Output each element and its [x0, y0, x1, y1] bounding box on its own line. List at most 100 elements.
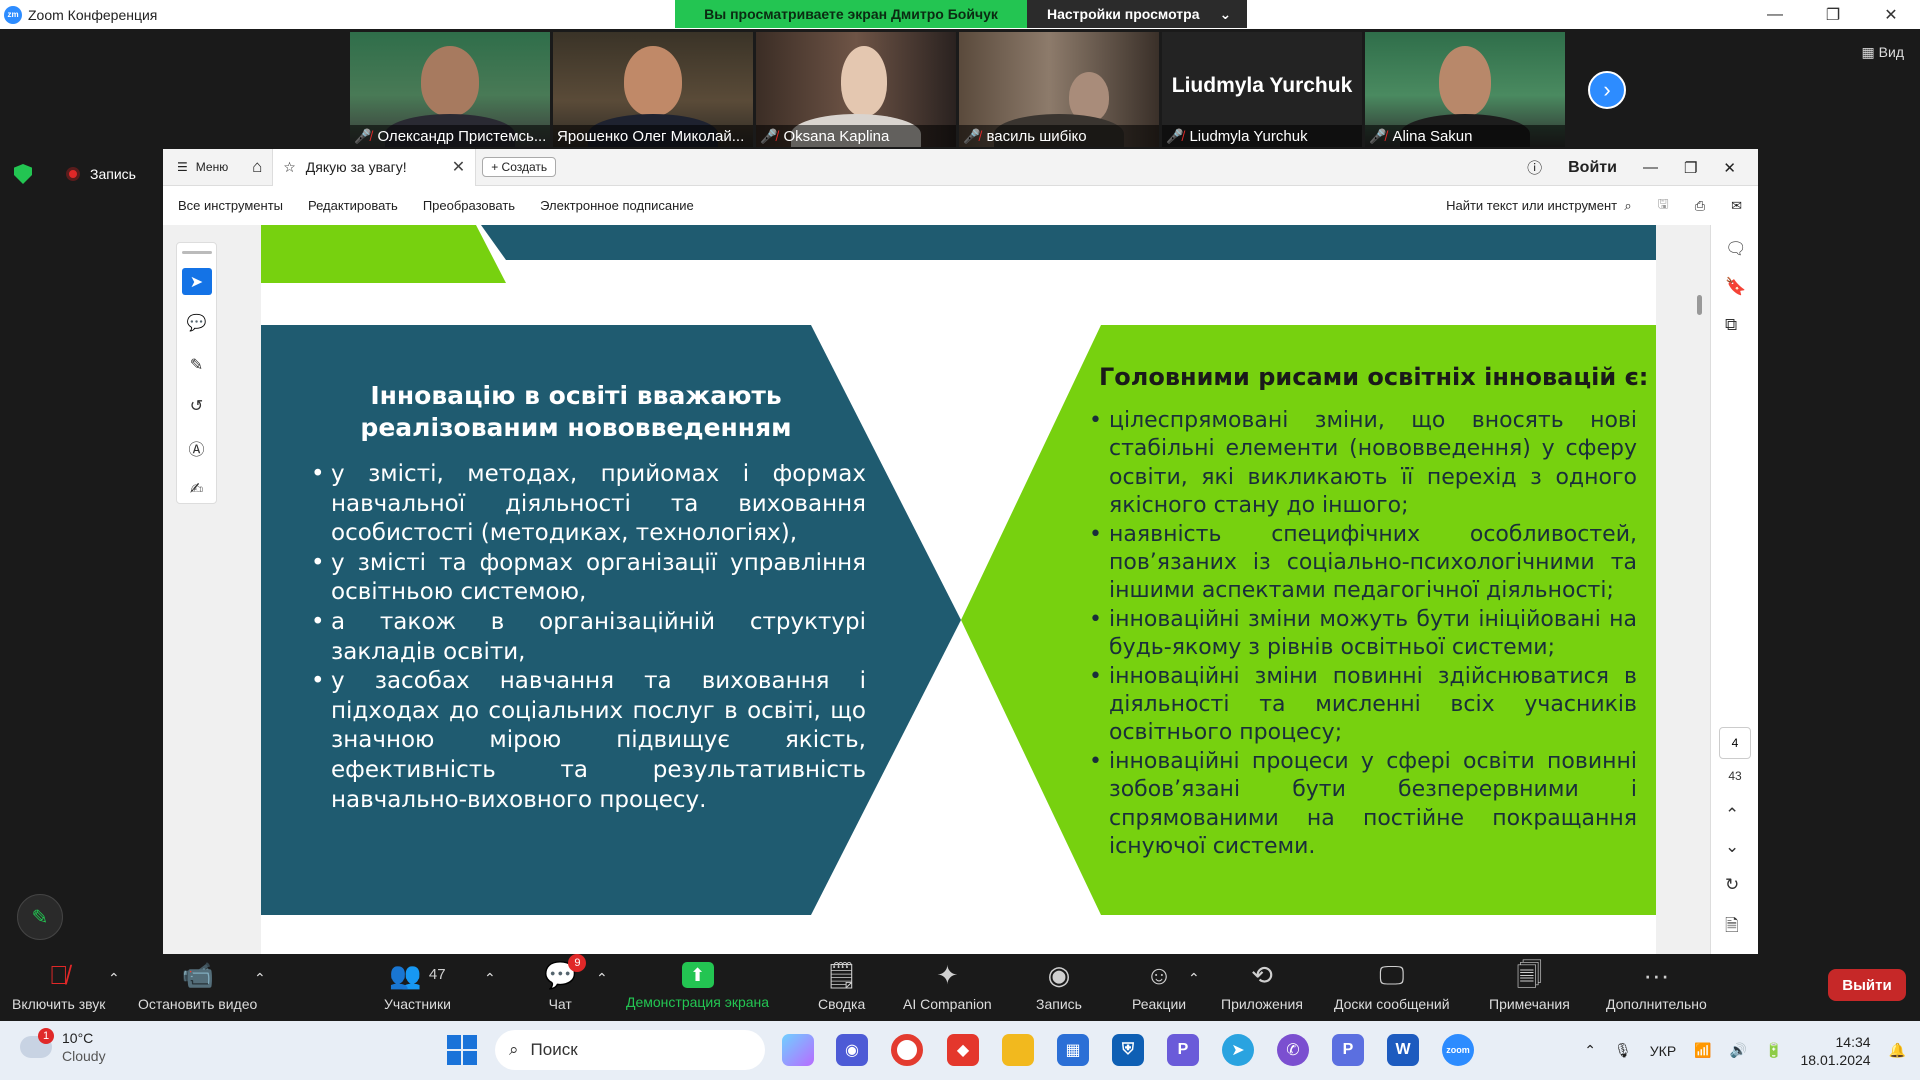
highlight-pen-icon[interactable]: ✎: [182, 351, 212, 379]
mic-muted-icon: 🎤̸: [1166, 127, 1184, 144]
zoom-app-icon[interactable]: zoom: [1442, 1034, 1474, 1066]
participants-options-caret[interactable]: ⌃: [484, 970, 496, 987]
document-viewer[interactable]: ➤ 💬 ✎ ↺ Ⓐ ✍ Інновацію в освіті вважають …: [163, 225, 1758, 954]
print-icon[interactable]: ⎙: [1695, 198, 1705, 214]
whiteboards-button[interactable]: 🖵 Доски сообщений: [1334, 960, 1450, 1012]
document-tab[interactable]: ☆ Дякую за увагу! ✕: [272, 148, 477, 186]
leave-meeting-button[interactable]: Выйти: [1828, 969, 1906, 1001]
add-comment-icon[interactable]: 💬: [182, 309, 212, 337]
apps-label: Приложения: [1221, 996, 1303, 1012]
chevron-down-icon[interactable]: ⌄: [1725, 837, 1739, 857]
help-icon[interactable]: ⓘ: [1527, 157, 1542, 178]
home-icon[interactable]: ⌂: [242, 157, 272, 177]
restore-button[interactable]: ❐: [1684, 159, 1697, 177]
create-button[interactable]: + Создать: [482, 157, 557, 177]
p-app-icon[interactable]: P: [1167, 1034, 1199, 1066]
language-indicator[interactable]: УКР: [1650, 1043, 1676, 1059]
security-app-icon[interactable]: ⛨: [1112, 1034, 1144, 1066]
chrome-icon[interactable]: [891, 1034, 923, 1066]
mic-muted-icon: 🎙̸: [48, 960, 69, 990]
telegram-icon[interactable]: ➤: [1222, 1034, 1254, 1066]
minimize-button[interactable]: —: [1643, 159, 1658, 176]
video-tile[interactable]: 🎤̸ Oksana Kaplina: [756, 32, 956, 147]
video-tile[interactable]: 🎤̸ Олександр Пристемсь...: [350, 32, 550, 147]
pages-icon[interactable]: ⧉: [1725, 315, 1737, 335]
annotate-pencil-button[interactable]: ✎: [17, 894, 63, 940]
minimize-button[interactable]: —: [1746, 0, 1804, 29]
video-tile-name-only[interactable]: Liudmyla Yurchuk 🎤̸ Liudmyla Yurchuk: [1162, 32, 1362, 147]
lasso-draw-icon[interactable]: ↺: [182, 393, 212, 421]
mail-icon[interactable]: ✉: [1731, 198, 1742, 214]
current-page-field[interactable]: 4: [1719, 727, 1751, 759]
restore-button[interactable]: ❐: [1804, 0, 1862, 29]
anydesk-icon[interactable]: ◆: [947, 1034, 979, 1066]
menu-e-sign[interactable]: Электронное подписание: [540, 198, 694, 213]
list-item: у змісті, методах, прийомах і формах нав…: [311, 460, 866, 549]
page-export-icon[interactable]: 🗎: [1725, 913, 1739, 942]
store-icon[interactable]: ▦: [1057, 1034, 1089, 1066]
record-button[interactable]: ◉ Запись: [1036, 960, 1082, 1012]
bookmark-icon[interactable]: 🔖: [1725, 277, 1746, 297]
list-item: наявність специфічних особливостей, пов’…: [1085, 521, 1637, 606]
recording-label[interactable]: Запись: [90, 166, 136, 182]
copilot-icon[interactable]: [782, 1034, 814, 1066]
save-icon[interactable]: 🖫: [1658, 195, 1669, 217]
menu-edit[interactable]: Редактировать: [308, 198, 398, 213]
login-button[interactable]: Войти: [1568, 159, 1617, 177]
video-tile[interactable]: 🎤̸ василь шибіко: [959, 32, 1159, 147]
view-label: Вид: [1878, 44, 1904, 60]
taskbar-search-box[interactable]: ⌕ Поиск: [495, 1030, 765, 1070]
windows-start-icon[interactable]: [447, 1035, 477, 1065]
menu-all-tools[interactable]: Все инструменты: [178, 198, 283, 213]
select-cursor-icon[interactable]: ➤: [181, 267, 212, 296]
star-icon[interactable]: ☆: [283, 159, 296, 176]
view-button[interactable]: ▦ Вид: [1862, 44, 1904, 61]
participants-button[interactable]: 👥 47 Участники: [384, 960, 451, 1012]
word-icon[interactable]: W: [1387, 1034, 1419, 1066]
menu-convert[interactable]: Преобразовать: [423, 198, 515, 213]
close-window-button[interactable]: ✕: [1723, 159, 1736, 177]
more-button[interactable]: ··· Дополнительно: [1606, 960, 1707, 1012]
chevron-up-icon[interactable]: ⌃: [1584, 1042, 1596, 1059]
shield-icon[interactable]: [14, 164, 32, 184]
volume-icon[interactable]: 🔊: [1730, 1042, 1747, 1059]
comments-icon[interactable]: 🗨: [1725, 239, 1747, 259]
reactions-options-caret[interactable]: ⌃: [1188, 970, 1200, 987]
file-explorer-icon[interactable]: [1002, 1034, 1034, 1066]
panel-grip[interactable]: [181, 251, 212, 254]
view-settings-button[interactable]: Настройки просмотра ⌄: [1027, 0, 1247, 28]
rotate-icon[interactable]: ↻: [1725, 875, 1739, 895]
battery-icon[interactable]: 🔋: [1765, 1042, 1782, 1059]
video-tile-active-speaker[interactable]: Ярошенко Олег Миколай...: [553, 32, 753, 147]
reactions-button[interactable]: ☺ Реакции: [1132, 960, 1186, 1012]
teams-icon[interactable]: ◉: [836, 1034, 868, 1066]
p-app-icon-2[interactable]: P: [1332, 1034, 1364, 1066]
acrobat-menu-button[interactable]: ☰ Меню: [163, 160, 242, 174]
chat-options-caret[interactable]: ⌃: [596, 970, 608, 987]
microphone-icon[interactable]: 🎙: [1614, 1042, 1632, 1059]
apps-button[interactable]: ⟲ Приложения: [1221, 960, 1303, 1012]
audio-options-caret[interactable]: ⌃: [108, 970, 120, 987]
chevron-up-icon[interactable]: ⌃: [1725, 805, 1739, 825]
notifications-icon[interactable]: 🔔: [1889, 1042, 1906, 1059]
next-participants-button[interactable]: ›: [1588, 71, 1626, 109]
weather-widget[interactable]: 1 10°C Cloudy: [20, 1028, 106, 1065]
close-tab-icon[interactable]: ✕: [452, 157, 465, 177]
clock[interactable]: 14:34 18.01.2024: [1800, 1033, 1870, 1069]
sign-icon[interactable]: ✍: [182, 476, 212, 504]
video-tile[interactable]: 🎤̸ Alina Sakun: [1365, 32, 1565, 147]
text-box-icon[interactable]: Ⓐ: [182, 434, 212, 462]
vertical-scrollbar[interactable]: [1697, 295, 1702, 315]
chat-button[interactable]: 💬 9 Чат: [544, 954, 587, 1012]
ai-companion-button[interactable]: ✦ AI Companion: [903, 960, 992, 1012]
unmute-button[interactable]: 🎙̸ Включить звук: [12, 960, 105, 1012]
find-tool-button[interactable]: Найти текст или инструмент ⌕: [1446, 198, 1632, 214]
stop-video-button[interactable]: 📹 Остановить видео: [138, 960, 257, 1012]
wifi-icon[interactable]: 📶: [1694, 1042, 1711, 1059]
summary-button[interactable]: 🗒 Сводка: [818, 960, 865, 1012]
viber-icon[interactable]: ✆: [1277, 1034, 1309, 1066]
share-screen-button[interactable]: ⬆ Демонстрация экрана: [626, 960, 769, 1010]
close-window-button[interactable]: ✕: [1862, 0, 1920, 29]
video-options-caret[interactable]: ⌃: [254, 970, 266, 987]
notes-button[interactable]: 🗐 Примечания: [1489, 960, 1570, 1012]
